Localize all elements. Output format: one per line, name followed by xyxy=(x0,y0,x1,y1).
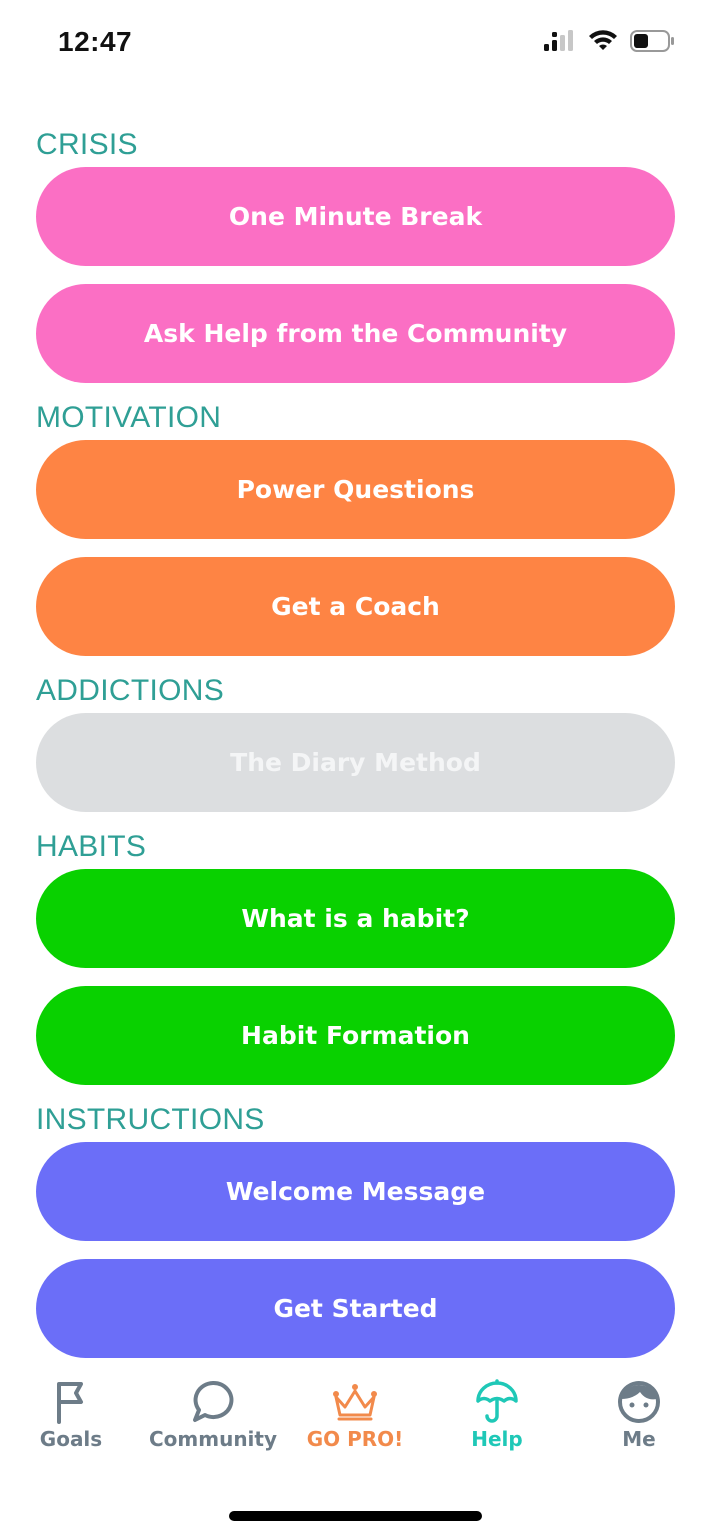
tab-me[interactable]: Me xyxy=(568,1379,710,1469)
flag-icon xyxy=(57,1382,83,1424)
get-started-button[interactable]: Get Started xyxy=(36,1259,675,1358)
battery-icon xyxy=(630,30,674,52)
tab-community[interactable]: Community xyxy=(142,1379,284,1469)
what-is-a-habit-button[interactable]: What is a habit? xyxy=(36,869,675,968)
power-questions-button[interactable]: Power Questions xyxy=(36,440,675,539)
ask-help-community-button[interactable]: Ask Help from the Community xyxy=(36,284,675,383)
section-title-instructions: INSTRUCTIONS xyxy=(36,1103,265,1136)
tab-go-pro[interactable]: GO PRO! xyxy=(284,1379,426,1469)
tab-help[interactable]: Help xyxy=(426,1379,568,1469)
status-icons xyxy=(544,30,676,52)
status-time: 12:47 xyxy=(58,26,133,57)
habit-formation-button[interactable]: Habit Formation xyxy=(36,986,675,1085)
crown-icon xyxy=(333,1384,377,1421)
help-content: CRISIS One Minute Break Ask Help from th… xyxy=(36,110,675,1358)
cellular-signal-icon xyxy=(544,30,573,51)
welcome-message-button[interactable]: Welcome Message xyxy=(36,1142,675,1241)
home-indicator xyxy=(229,1511,482,1521)
tab-label-me: Me xyxy=(622,1427,656,1451)
chat-bubble-icon xyxy=(193,1380,234,1422)
section-title-addictions: ADDICTIONS xyxy=(36,674,225,707)
section-title-motivation: MOTIVATION xyxy=(36,401,222,434)
section-title-habits: HABITS xyxy=(36,830,147,863)
umbrella-icon xyxy=(476,1379,518,1423)
get-a-coach-button[interactable]: Get a Coach xyxy=(36,557,675,656)
tab-label-go-pro: GO PRO! xyxy=(306,1427,404,1451)
tab-label-goals: Goals xyxy=(39,1427,103,1451)
face-icon xyxy=(618,1381,660,1423)
tab-label-help: Help xyxy=(471,1427,523,1451)
section-title-crisis: CRISIS xyxy=(36,128,138,161)
tab-label-community: Community xyxy=(148,1427,278,1451)
wifi-icon xyxy=(589,30,617,50)
tab-goals[interactable]: Goals xyxy=(0,1379,142,1469)
diary-method-button[interactable]: The Diary Method xyxy=(36,713,675,812)
status-bar: 12:47 xyxy=(0,0,710,90)
one-minute-break-button[interactable]: One Minute Break xyxy=(36,167,675,266)
